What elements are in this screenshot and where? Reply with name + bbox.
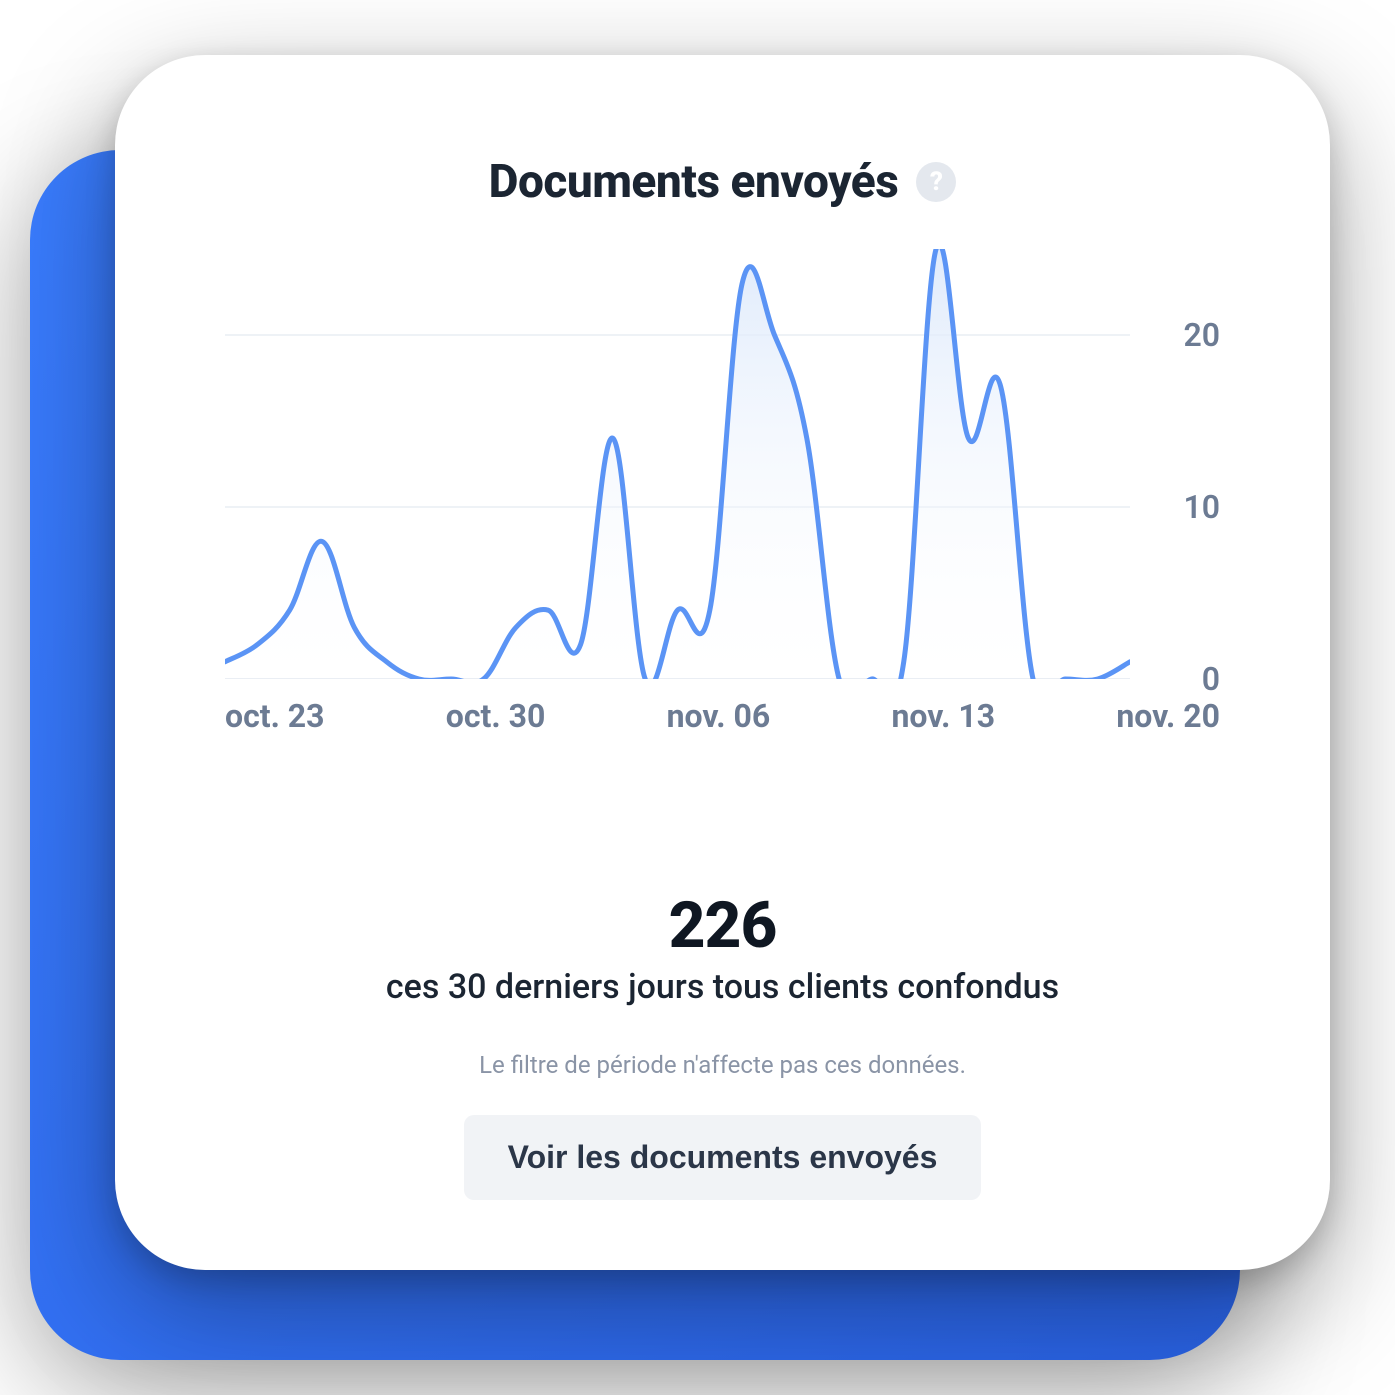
chart-x-tick: nov. 06: [667, 697, 771, 735]
card-title: Documents envoyés: [489, 155, 899, 209]
chart: 0 10 20 oct. 23 oct. 30 nov. 06 nov. 13 nov. 2…: [185, 249, 1260, 851]
chart-x-tick: oct. 23: [225, 697, 325, 735]
chart-svg: [225, 249, 1130, 679]
summary-note: Le filtre de période n'affecte pas ces d…: [386, 1051, 1059, 1079]
chart-plot-area: [225, 249, 1130, 679]
chart-y-axis: 01020: [1130, 249, 1220, 679]
summary: 226 ces 30 derniers jours tous clients c…: [386, 891, 1059, 1200]
help-icon[interactable]: ?: [916, 162, 956, 202]
chart-y-tick: 20: [1183, 316, 1220, 354]
summary-value: 226: [386, 891, 1059, 961]
summary-subtitle: ces 30 derniers jours tous clients confo…: [386, 967, 1059, 1007]
documents-sent-card: Documents envoyés ?: [115, 55, 1330, 1270]
card-header: Documents envoyés ?: [489, 155, 957, 209]
chart-x-tick: oct. 30: [446, 697, 546, 735]
view-documents-button[interactable]: Voir les documents envoyés: [464, 1115, 982, 1200]
chart-y-tick: 0: [1202, 660, 1220, 698]
chart-y-tick: 10: [1183, 488, 1220, 526]
chart-x-tick: nov. 20: [1116, 697, 1220, 735]
chart-x-tick: nov. 13: [891, 697, 995, 735]
chart-x-axis: oct. 23 oct. 30 nov. 06 nov. 13 nov. 20: [225, 679, 1220, 735]
